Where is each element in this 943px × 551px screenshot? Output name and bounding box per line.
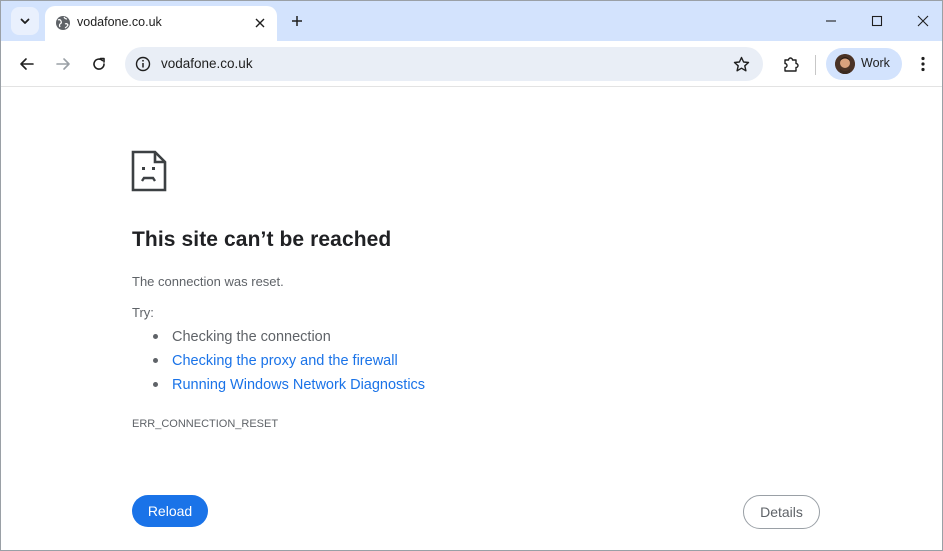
- puzzle-icon: [784, 57, 799, 72]
- sad-document-icon: [131, 150, 167, 192]
- close-icon: [917, 15, 929, 27]
- tab-active[interactable]: vodafone.co.uk: [45, 6, 277, 41]
- toolbar-divider: [815, 55, 816, 75]
- suggestion-list: Checking the connection Checking the pro…: [153, 328, 425, 400]
- maximize-icon: [871, 15, 883, 27]
- more-vert-icon: [921, 56, 925, 72]
- tab-title: vodafone.co.uk: [77, 15, 162, 29]
- arrow-right-icon: [56, 58, 70, 70]
- star-icon: [733, 56, 749, 71]
- error-heading: This site can’t be reached: [132, 228, 392, 251]
- reload-button[interactable]: Reload: [132, 495, 208, 527]
- arrow-left-icon: [20, 58, 34, 70]
- error-message: The connection was reset.: [132, 274, 284, 289]
- site-info-button[interactable]: [133, 54, 153, 74]
- minimize-icon: [826, 20, 836, 22]
- try-label: Try:: [132, 305, 154, 320]
- extensions-button[interactable]: [777, 50, 805, 78]
- forward-button[interactable]: [49, 50, 77, 78]
- plus-icon: [292, 16, 302, 26]
- avatar: [835, 54, 855, 74]
- refresh-icon: [93, 57, 105, 70]
- new-tab-button[interactable]: [286, 10, 308, 32]
- error-code: ERR_CONNECTION_RESET: [132, 418, 279, 430]
- globe-icon: [56, 16, 70, 30]
- tab-close-button[interactable]: [251, 14, 269, 32]
- url-text[interactable]: vodafone.co.uk: [161, 56, 253, 71]
- browser-window: vodafone.co.uk vodafone.co.uk Work This …: [0, 0, 943, 551]
- browser-toolbar: vodafone.co.uk Work: [1, 41, 942, 87]
- profile-button[interactable]: Work: [826, 48, 902, 80]
- tab-strip: vodafone.co.uk: [1, 1, 942, 41]
- maximize-button[interactable]: [862, 7, 892, 35]
- reload-page-button[interactable]: [85, 50, 113, 78]
- profile-label: Work: [861, 56, 890, 70]
- suggestion-network-diagnostics-link[interactable]: Running Windows Network Diagnostics: [153, 376, 425, 400]
- tab-search-button[interactable]: [11, 7, 39, 35]
- minimize-button[interactable]: [816, 7, 846, 35]
- browser-menu-button[interactable]: [911, 50, 935, 78]
- suggestion-check-proxy-link[interactable]: Checking the proxy and the firewall: [153, 352, 425, 376]
- address-bar[interactable]: vodafone.co.uk: [125, 47, 763, 81]
- suggestion-check-connection: Checking the connection: [153, 328, 425, 352]
- window-close-button[interactable]: [908, 7, 938, 35]
- info-icon: [135, 56, 151, 72]
- back-button[interactable]: [13, 50, 41, 78]
- details-button[interactable]: Details: [743, 495, 820, 529]
- chevron-down-icon: [20, 18, 30, 24]
- close-icon: [255, 18, 265, 28]
- bookmark-button[interactable]: [731, 54, 751, 74]
- error-page: This site can’t be reached The connectio…: [1, 88, 942, 550]
